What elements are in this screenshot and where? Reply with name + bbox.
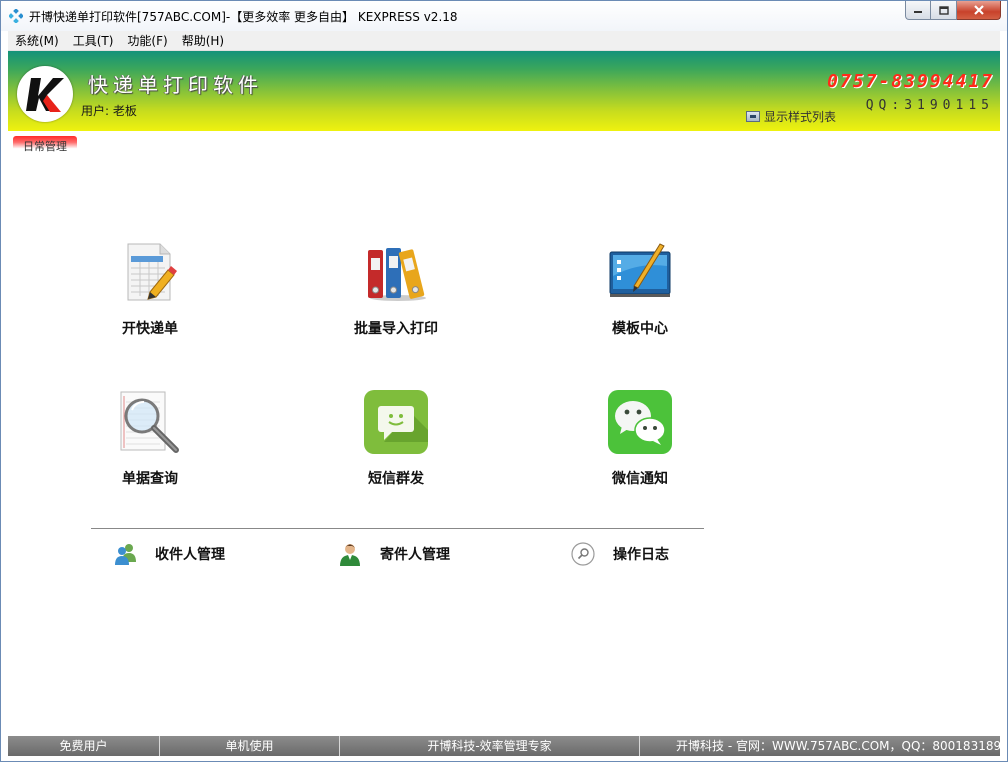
minimize-icon (914, 11, 922, 13)
search-circle-icon (571, 542, 597, 566)
status-mode: 单机使用 (160, 736, 340, 756)
sender-management-link[interactable]: 寄件人管理 (338, 542, 450, 566)
current-user: 用户: 老板 (81, 104, 137, 118)
tile-wechat-notify[interactable]: 微信通知 (570, 390, 710, 488)
spreadsheet-pencil-icon (118, 240, 182, 304)
show-style-list-label: 显示样式列表 (764, 110, 837, 124)
link-label: 寄件人管理 (380, 547, 450, 563)
app-window: 开博快递单打印软件[757ABC.COM]-【更多效率 更多自由】 KEXPRE… (0, 0, 1008, 762)
menu-system[interactable]: 系统(M) (8, 31, 66, 51)
tile-label: 开快递单 (122, 321, 178, 337)
recipient-management-link[interactable]: 收件人管理 (113, 542, 225, 566)
tile-document-query[interactable]: 单据查询 (80, 390, 220, 488)
status-contact-info: 开博科技 - 官网：WWW.757ABC.COM，QQ：8001831894 (676, 739, 1000, 753)
link-label: 操作日志 (613, 547, 669, 563)
maximize-icon (938, 5, 949, 15)
list-toggle-icon (746, 111, 760, 122)
maximize-button[interactable] (931, 1, 957, 20)
binders-icon (364, 240, 428, 304)
menu-function[interactable]: 功能(F) (120, 31, 174, 51)
tile-create-waybill[interactable]: 开快递单 (80, 240, 220, 338)
operation-log-link[interactable]: 操作日志 (571, 542, 669, 566)
tile-label: 模板中心 (612, 321, 668, 337)
sms-chat-icon (364, 390, 428, 454)
tab-daily-management[interactable]: 日常管理 (13, 136, 77, 154)
close-icon (973, 5, 984, 15)
contact-qq: QQ:3190115 (865, 98, 994, 113)
menu-bar: 系统(M) 工具(T) 功能(F) 帮助(H) (8, 31, 1000, 51)
users-icon (113, 542, 139, 566)
menu-tools[interactable]: 工具(T) (66, 31, 121, 51)
window-title: 开博快递单打印软件[757ABC.COM]-【更多效率 更多自由】 KEXPRE… (29, 10, 458, 24)
section-divider (91, 528, 704, 529)
tile-label: 短信群发 (368, 471, 424, 487)
header-banner: 快递单打印软件 用户: 老板 显示样式列表 0757-83994417 QQ:3… (8, 51, 1000, 131)
menu-help[interactable]: 帮助(H) (175, 31, 231, 51)
board-pen-icon (608, 240, 672, 304)
tile-label: 微信通知 (612, 471, 668, 487)
tile-label: 单据查询 (122, 471, 178, 487)
status-company-slogan: 开博科技-效率管理专家 (340, 736, 640, 756)
title-bar[interactable]: 开博快递单打印软件[757ABC.COM]-【更多效率 更多自由】 KEXPRE… (1, 1, 1007, 31)
person-icon (338, 542, 364, 566)
tile-label: 批量导入打印 (354, 321, 438, 337)
link-label: 收件人管理 (155, 547, 225, 563)
k-logo-icon (26, 78, 64, 112)
status-bar: 免费用户 单机使用 开博科技-效率管理专家 开博科技 - 官网：WWW.757A… (8, 736, 1000, 756)
contact-phone: 0757-83994417 (827, 71, 994, 92)
tab-strip: 日常管理 (8, 131, 1000, 155)
app-diamond-icon (9, 9, 23, 23)
tile-batch-import-print[interactable]: 批量导入打印 (326, 240, 466, 338)
window-controls (905, 1, 1001, 21)
logo (17, 66, 73, 122)
close-button[interactable] (957, 1, 1001, 20)
wechat-icon (608, 390, 672, 454)
app-name: 快递单打印软件 (88, 73, 263, 97)
show-style-list-toggle[interactable]: 显示样式列表 (746, 108, 836, 125)
status-user-type: 免费用户 (8, 736, 160, 756)
tile-sms-broadcast[interactable]: 短信群发 (326, 390, 466, 488)
minimize-button[interactable] (905, 1, 931, 20)
magnifier-document-icon (118, 390, 182, 454)
tile-template-center[interactable]: 模板中心 (570, 240, 710, 338)
